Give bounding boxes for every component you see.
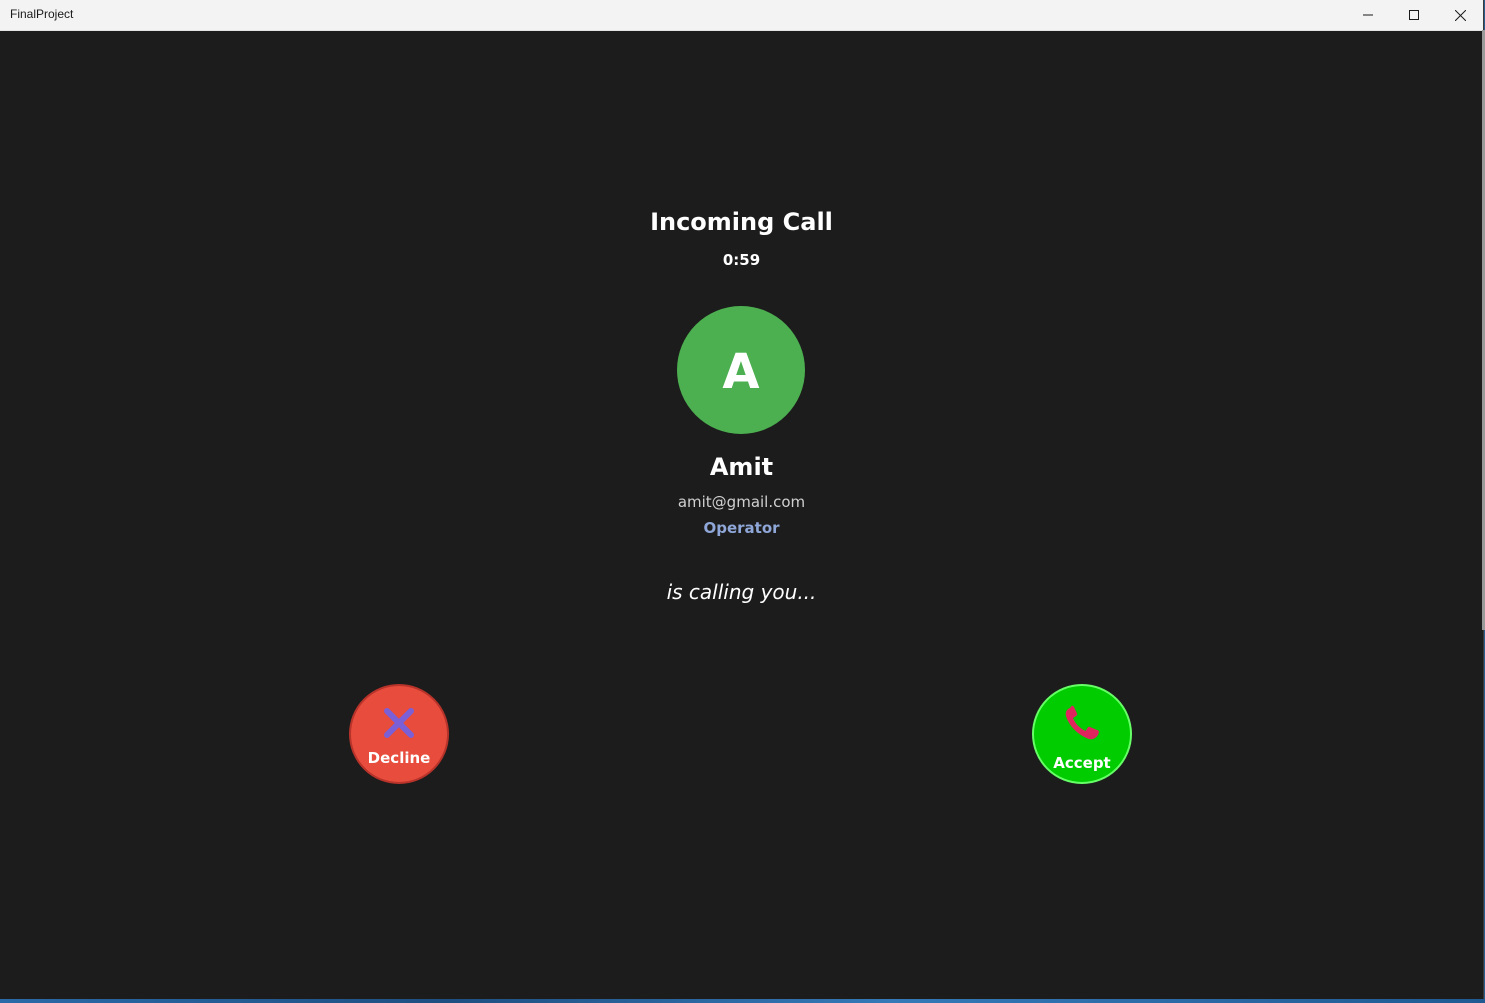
caller-email: amit@gmail.com <box>677 493 806 511</box>
app-window: FinalProject Incoming Call 0:59 A Amit a… <box>0 0 1484 999</box>
calling-message: is calling you... <box>666 580 817 604</box>
desktop-background-strip <box>0 999 1485 1003</box>
title-bar[interactable]: FinalProject <box>0 0 1483 31</box>
maximize-icon <box>1409 10 1419 20</box>
accept-button[interactable]: Accept <box>1032 684 1132 784</box>
phone-icon <box>1065 705 1099 740</box>
call-timer: 0:59 <box>722 251 761 269</box>
decline-button[interactable]: Decline <box>349 684 449 784</box>
caller-name: Amit <box>709 453 774 481</box>
close-window-button[interactable] <box>1437 0 1483 30</box>
minimize-button[interactable] <box>1345 0 1391 30</box>
close-icon <box>1454 9 1466 21</box>
avatar-initial: A <box>722 344 760 400</box>
caller-role: Operator <box>703 519 780 537</box>
maximize-button[interactable] <box>1391 0 1437 30</box>
accept-label: Accept <box>1053 754 1111 772</box>
decline-label: Decline <box>367 749 431 767</box>
close-x-icon <box>384 708 414 738</box>
call-title: Incoming Call <box>650 208 833 236</box>
caller-avatar: A <box>677 306 805 434</box>
window-title: FinalProject <box>10 7 74 21</box>
minimize-icon <box>1363 14 1373 16</box>
